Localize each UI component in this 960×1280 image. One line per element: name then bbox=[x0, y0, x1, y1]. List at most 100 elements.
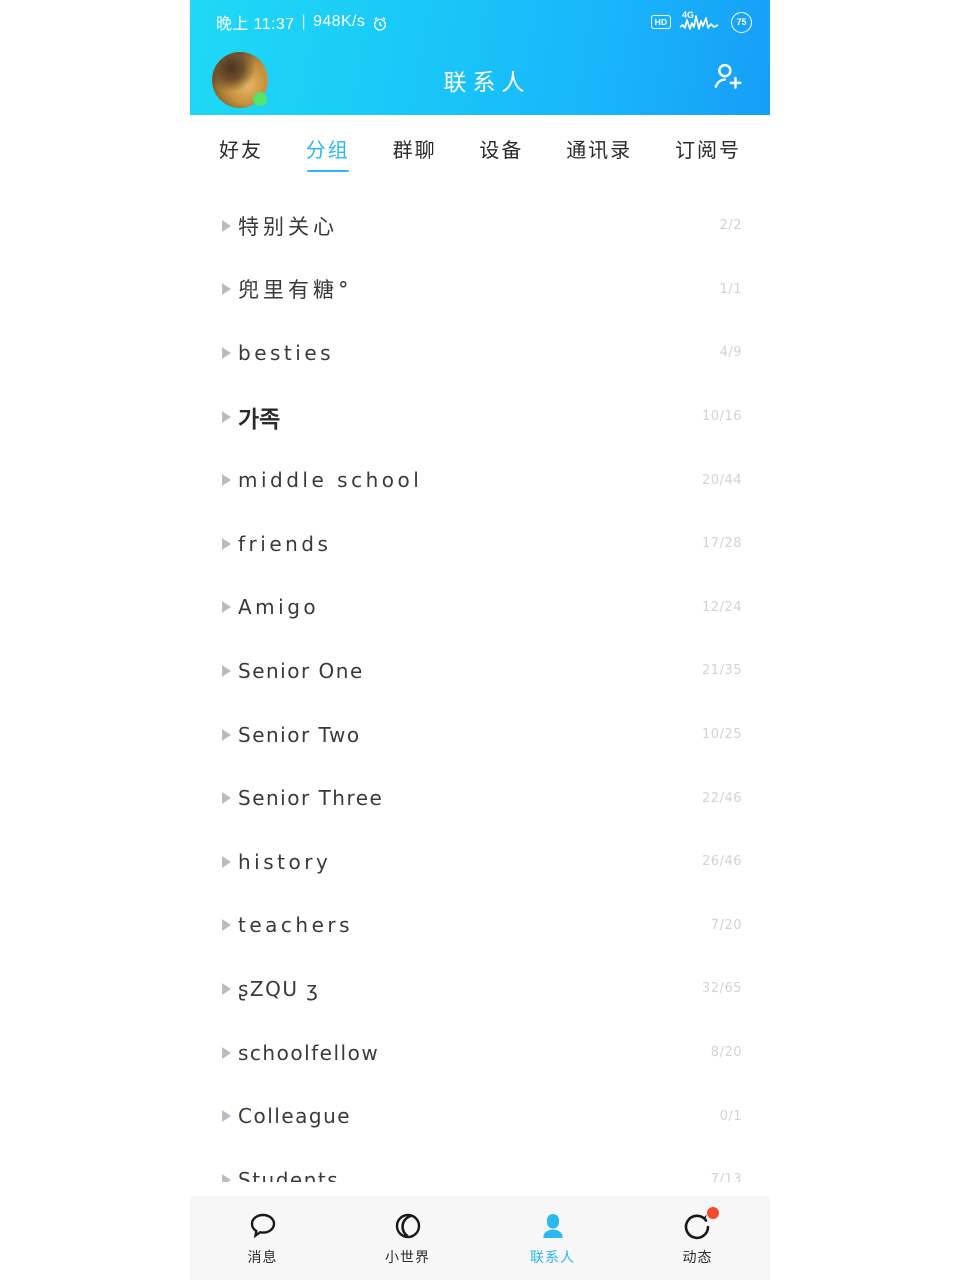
chevron-right-icon[interactable] bbox=[218, 855, 234, 868]
group-name: Colleague bbox=[238, 1104, 352, 1129]
network-speed: 948K/s bbox=[313, 13, 366, 30]
nav-label-moments: 动态 bbox=[682, 1249, 713, 1266]
group-row[interactable]: Senior Two 10/25 bbox=[190, 703, 770, 767]
title-bar: 联系人 bbox=[190, 44, 770, 115]
group-list[interactable]: 特别关心 2/2 兜里有糖° 1/1 besties 4/9 가족 10/16 middle s… bbox=[190, 180, 770, 1182]
group-row[interactable]: schoolfellow 8/20 bbox=[190, 1021, 770, 1085]
group-member-count: 20/44 bbox=[702, 472, 742, 488]
group-row[interactable]: 兜里有糖° 1/1 bbox=[190, 258, 770, 322]
add-contact-button[interactable] bbox=[706, 59, 748, 101]
app-header: 晚上 11:37 | 948K/s HD 4G 75 联系人 bbox=[190, 0, 770, 115]
group-row[interactable]: Colleague 0/1 bbox=[190, 1084, 770, 1148]
group-name: Senior One bbox=[238, 658, 364, 683]
chevron-right-icon[interactable] bbox=[218, 410, 234, 423]
nav-label-contacts: 联系人 bbox=[530, 1249, 575, 1266]
chevron-right-icon[interactable] bbox=[218, 1046, 234, 1059]
chevron-right-icon[interactable] bbox=[218, 219, 234, 232]
tab-group-chats[interactable]: 群聊 bbox=[392, 131, 438, 172]
tab-devices[interactable]: 设备 bbox=[478, 131, 524, 172]
chevron-right-icon[interactable] bbox=[218, 1110, 234, 1123]
chevron-right-icon[interactable] bbox=[218, 919, 234, 932]
tab-groups[interactable]: 分组 bbox=[305, 131, 351, 172]
group-member-count: 0/1 bbox=[719, 1108, 742, 1124]
status-bar-right: HD 4G 75 bbox=[651, 10, 752, 33]
message-bubble-icon bbox=[247, 1210, 279, 1242]
group-member-count: 8/20 bbox=[710, 1045, 742, 1061]
group-name: history bbox=[238, 849, 332, 874]
group-member-count: 32/65 bbox=[702, 981, 742, 997]
group-member-count: 7/20 bbox=[710, 917, 742, 933]
phone-screen: 晚上 11:37 | 948K/s HD 4G 75 联系人 好友 分组 群聊 … bbox=[190, 0, 770, 1280]
group-row[interactable]: Amigo 12/24 bbox=[190, 576, 770, 640]
world-circle-icon bbox=[392, 1210, 424, 1242]
group-row[interactable]: 特别关心 2/2 bbox=[190, 194, 770, 258]
tab-bar: 好友 分组 群聊 设备 通讯录 订阅号 bbox=[190, 115, 770, 180]
nav-item-moments[interactable]: 动态 bbox=[625, 1196, 770, 1280]
chevron-right-icon[interactable] bbox=[218, 664, 234, 677]
hd-icon: HD bbox=[651, 14, 671, 30]
nav-item-contacts[interactable]: 联系人 bbox=[480, 1196, 625, 1280]
nav-label-messages: 消息 bbox=[247, 1249, 278, 1266]
status-time: 晚上 11:37 bbox=[216, 16, 295, 33]
group-row[interactable]: Students 7/13 bbox=[190, 1148, 770, 1182]
group-row[interactable]: ʂZQU ʒ 32/65 bbox=[190, 957, 770, 1021]
group-name: friends bbox=[238, 531, 332, 556]
group-name: 兜里有糖° bbox=[238, 278, 353, 303]
tab-address-book[interactable]: 通讯录 bbox=[565, 131, 633, 172]
group-row[interactable]: history 26/46 bbox=[190, 830, 770, 894]
group-name: besties bbox=[238, 340, 335, 365]
group-name: Amigo bbox=[238, 595, 320, 620]
group-name: Senior Two bbox=[238, 722, 361, 747]
group-name: teachers bbox=[238, 913, 354, 938]
status-separator: | bbox=[301, 13, 307, 30]
avatar[interactable] bbox=[212, 51, 268, 108]
page-title: 联系人 bbox=[443, 69, 531, 96]
group-name: ʂZQU ʒ bbox=[238, 976, 320, 1001]
group-member-count: 10/16 bbox=[702, 409, 742, 425]
tab-subscriptions[interactable]: 订阅号 bbox=[674, 131, 742, 172]
chevron-right-icon[interactable] bbox=[218, 728, 234, 741]
network-type-label: 4G bbox=[682, 10, 695, 20]
chevron-right-icon[interactable] bbox=[218, 283, 234, 296]
chevron-right-icon[interactable] bbox=[218, 982, 234, 995]
bottom-navigation: 消息 小世界 联系人 动态 bbox=[190, 1196, 770, 1280]
tab-friends[interactable]: 好友 bbox=[218, 131, 264, 172]
nav-item-small-world[interactable]: 小世界 bbox=[335, 1196, 480, 1280]
group-name: middle school bbox=[238, 468, 423, 493]
signal-waveform-icon: 4G bbox=[678, 10, 724, 32]
group-name: Senior Three bbox=[238, 786, 384, 811]
group-row[interactable]: teachers 7/20 bbox=[190, 894, 770, 958]
group-row[interactable]: 가족 10/16 bbox=[190, 385, 770, 449]
moments-badge-dot bbox=[706, 1206, 719, 1219]
group-member-count: 2/2 bbox=[719, 218, 742, 234]
group-member-count: 22/46 bbox=[702, 790, 742, 806]
group-name: 가족 bbox=[238, 406, 281, 433]
chevron-right-icon[interactable] bbox=[218, 792, 234, 805]
group-member-count: 1/1 bbox=[719, 281, 742, 297]
group-row[interactable]: Senior Three 22/46 bbox=[190, 766, 770, 830]
chevron-right-icon[interactable] bbox=[218, 474, 234, 487]
group-member-count: 12/24 bbox=[702, 599, 742, 615]
chevron-right-icon[interactable] bbox=[218, 537, 234, 550]
chevron-right-icon[interactable] bbox=[218, 346, 234, 359]
group-member-count: 17/28 bbox=[702, 536, 742, 552]
nav-label-small-world: 小世界 bbox=[385, 1249, 430, 1266]
battery-level: 75 bbox=[736, 17, 747, 27]
group-row[interactable]: Senior One 21/35 bbox=[190, 639, 770, 703]
add-contact-icon bbox=[710, 60, 744, 99]
group-row[interactable]: besties 4/9 bbox=[190, 321, 770, 385]
group-name: schoolfellow bbox=[238, 1040, 380, 1065]
group-member-count: 10/25 bbox=[702, 727, 742, 743]
chevron-right-icon[interactable] bbox=[218, 1173, 234, 1182]
group-row[interactable]: middle school 20/44 bbox=[190, 448, 770, 512]
online-status-dot bbox=[253, 91, 267, 106]
battery-icon: 75 bbox=[731, 11, 752, 33]
group-member-count: 7/13 bbox=[710, 1172, 742, 1182]
chevron-right-icon[interactable] bbox=[218, 601, 234, 614]
group-member-count: 26/46 bbox=[702, 854, 742, 870]
moments-refresh-icon bbox=[682, 1206, 719, 1242]
status-bar: 晚上 11:37 | 948K/s HD 4G 75 bbox=[190, 0, 770, 44]
group-row[interactable]: friends 17/28 bbox=[190, 512, 770, 576]
nav-item-messages[interactable]: 消息 bbox=[190, 1196, 335, 1280]
status-bar-left: 晚上 11:37 | 948K/s bbox=[216, 10, 388, 34]
